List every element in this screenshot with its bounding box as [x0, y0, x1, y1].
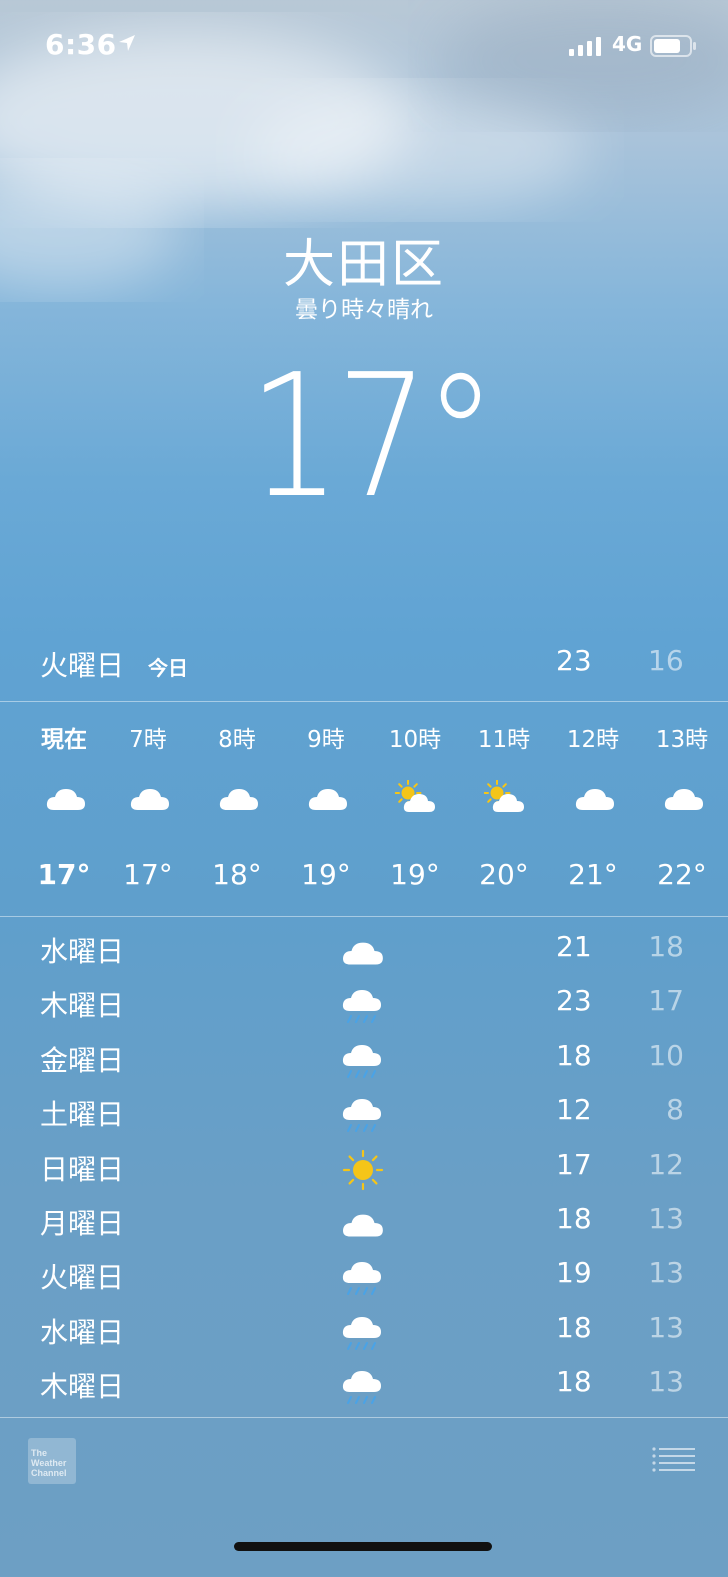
daily-low: 13 [648, 1310, 684, 1344]
daily-forecast-row: 火曜日 19 13 [0, 1248, 728, 1302]
status-bar: 6:36 4G [0, 0, 728, 90]
partly-sunny-icon [394, 779, 439, 816]
cloud-icon [128, 780, 172, 816]
status-time: 6:36 [45, 28, 117, 61]
daily-day-name: 水曜日 [40, 1315, 125, 1349]
today-label: 今日 [148, 656, 188, 680]
daily-low: 17 [648, 984, 684, 1018]
daily-forecast-row: 木曜日 18 13 [0, 1357, 728, 1411]
daily-high: 18 [556, 1365, 592, 1399]
cloud-icon [306, 780, 350, 816]
daily-low: 13 [648, 1256, 684, 1290]
partly-sunny-icon [483, 779, 528, 816]
cellular-signal-icon [569, 37, 601, 56]
hourly-temp: 20° [479, 858, 529, 891]
daily-forecast-row: 木曜日 23 17 [0, 976, 728, 1030]
hourly-temp: 19° [301, 858, 351, 891]
hourly-item: 12時 21° [545, 704, 641, 916]
city-name: 大田区 [282, 235, 445, 295]
rain-icon [340, 1039, 386, 1083]
hourly-forecast-scroller[interactable]: 現在 17° 7時 17° 8時 18° 9時 19° 10時 19° 11時 20° 12時 21° 13… [0, 704, 728, 916]
daily-high: 21 [556, 930, 592, 963]
cloud-icon [662, 780, 706, 816]
hourly-time: 7時 [129, 727, 167, 753]
hourly-temp: 18° [212, 858, 262, 891]
daily-forecast-row: 水曜日 21 18 [0, 922, 728, 976]
rain-icon [340, 1256, 386, 1300]
daily-day-name: 火曜日 [40, 1261, 125, 1295]
daily-low: 8 [666, 1093, 684, 1127]
daily-high: 23 [556, 984, 592, 1018]
daily-low: 18 [648, 930, 684, 963]
rain-icon [340, 984, 386, 1028]
daily-high: 18 [556, 1202, 592, 1235]
hourly-time: 10時 [388, 727, 442, 753]
hourly-time: 現在 [41, 727, 87, 753]
battery-icon [650, 35, 696, 57]
daily-day-name: 水曜日 [40, 935, 125, 968]
today-low: 16 [648, 644, 684, 677]
weather-channel-logo[interactable]: The Weather Channel [28, 1438, 76, 1484]
daily-low: 12 [648, 1147, 684, 1181]
daily-forecast-row: 日曜日 17 12 [0, 1140, 728, 1194]
cloud-icon [44, 780, 88, 816]
network-type: 4G [612, 32, 643, 56]
footer-bar: The Weather Channel [0, 1418, 728, 1577]
daily-forecast-row: 金曜日 18 10 [0, 1031, 728, 1085]
divider [0, 916, 728, 917]
daily-low: 13 [648, 1365, 684, 1399]
current-temperature: 17° [248, 338, 497, 536]
city-list-icon[interactable] [652, 1446, 696, 1474]
daily-day-name: 土曜日 [40, 1098, 125, 1132]
daily-low: 13 [648, 1202, 684, 1235]
hourly-time: 12時 [566, 727, 620, 753]
hourly-temp: 21° [568, 858, 618, 891]
rain-icon [340, 1365, 386, 1409]
location-arrow-icon [119, 35, 135, 51]
daily-high: 18 [556, 1310, 592, 1344]
daily-day-name: 金曜日 [40, 1043, 125, 1077]
cloud-icon [217, 780, 261, 816]
hourly-time: 9時 [307, 727, 345, 753]
daily-day-name: 日曜日 [40, 1152, 125, 1186]
today-day-name: 火曜日 [40, 649, 125, 682]
daily-forecast-row: 水曜日 18 13 [0, 1303, 728, 1357]
hourly-item: 8時 18° [189, 704, 285, 916]
hourly-item: 13時 22° [634, 704, 728, 916]
hourly-time: 8時 [218, 727, 256, 753]
cloud-icon [573, 780, 617, 816]
daily-forecast-row: 月曜日 18 13 [0, 1194, 728, 1248]
daily-day-name: 木曜日 [40, 989, 125, 1023]
hourly-temp: 22° [657, 858, 707, 891]
hourly-time: 11時 [477, 727, 531, 753]
home-indicator[interactable] [234, 1542, 492, 1551]
hourly-temp: 17° [37, 858, 91, 891]
rain-icon [340, 1093, 386, 1137]
hourly-item: 9時 19° [278, 704, 374, 916]
hourly-item: 7時 17° [100, 704, 196, 916]
hourly-item: 現在 17° [16, 704, 112, 916]
daily-high: 17 [556, 1147, 592, 1181]
hourly-temp: 19° [390, 858, 440, 891]
today-summary-row: 火曜日 今日 23 16 [0, 640, 728, 700]
daily-high: 19 [556, 1256, 592, 1290]
cloud-icon [340, 930, 386, 974]
hourly-temp: 17° [123, 858, 173, 891]
hourly-time: 13時 [655, 727, 709, 753]
daily-high: 12 [556, 1093, 592, 1127]
today-high: 23 [556, 644, 592, 677]
daily-forecast-row: 土曜日 12 8 [0, 1085, 728, 1139]
cloud-icon [340, 1202, 386, 1246]
sun-icon [340, 1148, 386, 1192]
divider [0, 701, 728, 702]
hourly-item: 10時 19° [367, 704, 463, 916]
weather-condition: 曇り時々晴れ [295, 297, 433, 323]
daily-high: 18 [556, 1038, 592, 1072]
daily-day-name: 月曜日 [40, 1207, 125, 1240]
rain-icon [340, 1311, 386, 1355]
daily-low: 10 [648, 1038, 684, 1072]
daily-day-name: 木曜日 [40, 1370, 125, 1404]
hourly-item: 11時 20° [456, 704, 552, 916]
